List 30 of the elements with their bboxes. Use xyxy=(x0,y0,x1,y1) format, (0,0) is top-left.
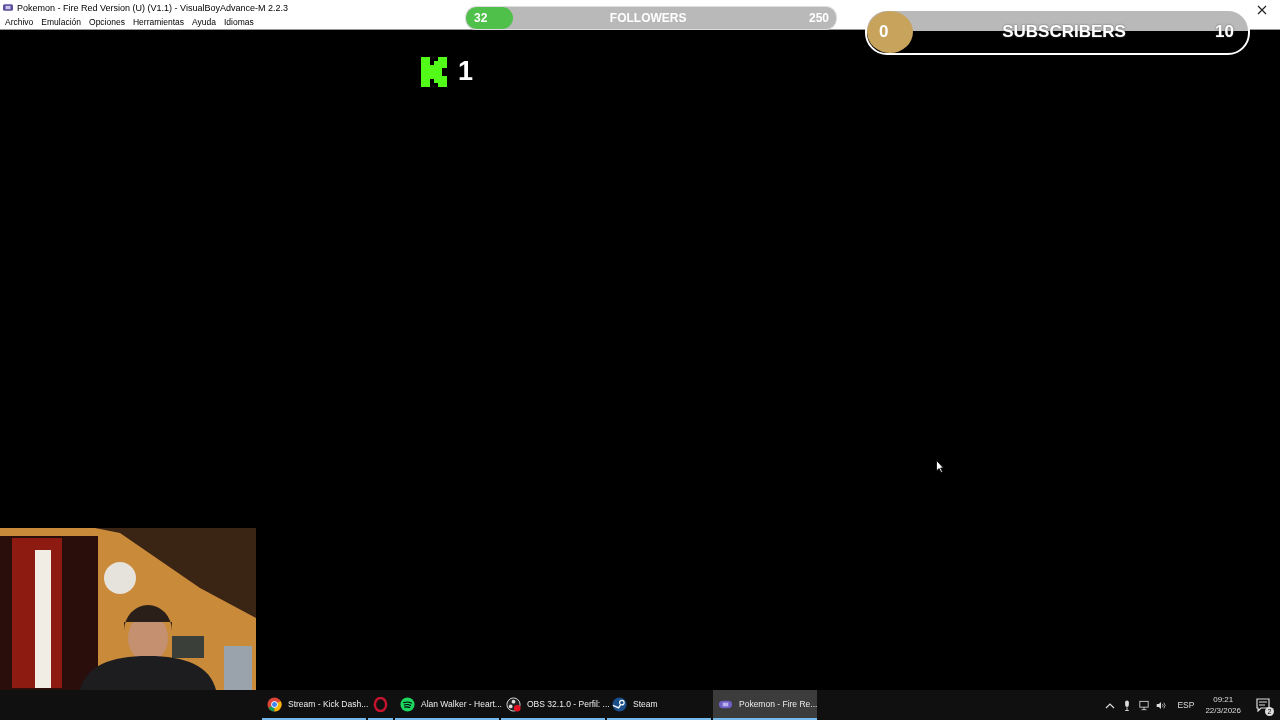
goal-current: 0 xyxy=(867,11,913,53)
goal-current: 32 xyxy=(474,11,488,25)
taskbar-button[interactable]: Pokemon - Fire Re... xyxy=(713,690,817,720)
taskbar-button[interactable]: Alan Walker - Heart... xyxy=(395,690,499,720)
game-store-icon xyxy=(612,696,627,712)
clock[interactable]: 09:21 22/3/2026 xyxy=(1205,694,1241,716)
notifications-icon[interactable] xyxy=(1256,698,1270,712)
network-icon[interactable] xyxy=(1139,699,1150,711)
menu-item[interactable]: Idiomas xyxy=(223,17,254,27)
menu-item[interactable]: Ayuda xyxy=(192,17,216,27)
viewer-count: 1 xyxy=(458,56,474,87)
goal-label: FOLLOWERS xyxy=(608,11,688,25)
ring-icon xyxy=(373,696,388,712)
app-icon xyxy=(3,4,13,11)
taskbar-button[interactable]: Steam xyxy=(607,690,711,720)
music-app-icon xyxy=(400,696,415,712)
menu-item[interactable]: Emulación xyxy=(41,17,82,27)
browser-icon xyxy=(267,696,282,712)
taskbar-button[interactable]: Stream - Kick Dash... xyxy=(262,690,366,720)
goal-target: 250 xyxy=(808,11,829,25)
recorder-icon xyxy=(506,696,521,712)
speaker-icon[interactable] xyxy=(1156,699,1167,711)
language-indicator[interactable]: ESP xyxy=(1177,700,1195,710)
menu-item[interactable]: Archivo xyxy=(5,17,34,27)
logo-icon xyxy=(421,56,447,87)
menu-item[interactable]: Opciones xyxy=(89,17,125,27)
close-icon[interactable] xyxy=(1257,5,1267,15)
menu-item[interactable]: Herramientas xyxy=(132,17,184,27)
mouse-pointer-icon xyxy=(936,460,944,473)
window-title: Pokemon - Fire Red Version (U) (V1.1) - VisualBoyAdvance-M 2.2.3 xyxy=(17,2,288,13)
